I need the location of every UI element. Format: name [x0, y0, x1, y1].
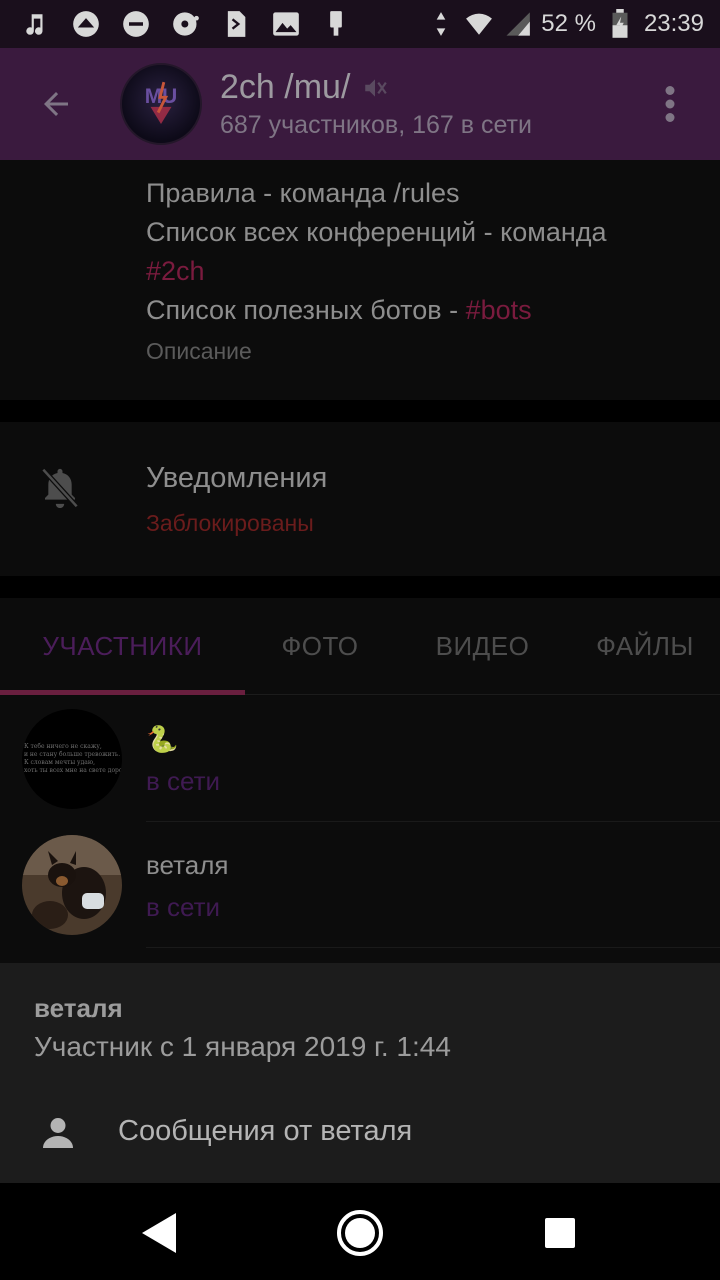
notifications-row[interactable]: Уведомления Заблокированы	[0, 422, 720, 576]
phone-usb-icon	[322, 10, 350, 38]
sheet-member-name: веталя	[34, 993, 123, 1023]
do-not-disturb-icon	[122, 10, 150, 38]
messages-from-member-button[interactable]: Сообщения от веталя	[0, 1097, 720, 1169]
nav-home-button[interactable]	[330, 1203, 390, 1263]
description-label: Описание	[146, 338, 252, 364]
status-bar: 52 % 23:39	[0, 0, 720, 48]
avatar	[22, 835, 122, 935]
screen: 52 % 23:39 MU 2ch /mu/ 687 участников, 1…	[0, 0, 720, 1280]
member-since: Участник с 1 января 2019 г. 1:44	[34, 1031, 451, 1062]
tab-photo[interactable]: ФОТО	[245, 598, 395, 695]
tab-video[interactable]: ВИДЕО	[395, 598, 570, 695]
triangle-back-icon	[142, 1213, 176, 1253]
notifications-title: Уведомления	[146, 462, 328, 494]
music-note-icon	[22, 10, 50, 38]
member-bottom-sheet: веталя Участник с 1 января 2019 г. 1:44 …	[0, 963, 720, 1183]
more-options-button[interactable]	[650, 76, 690, 132]
person-icon	[43, 1118, 73, 1148]
hashtag-link[interactable]: #2ch	[146, 256, 205, 286]
battery-percent: 52 %	[541, 10, 596, 37]
avatar: К тебе ничего не скажу, и не стану больш…	[22, 709, 122, 809]
messages-from-member-label: Сообщения от веталя	[118, 1115, 413, 1147]
avatar-text-line: К словам мечты удаю,	[24, 759, 95, 766]
system-navigation-bar	[0, 1183, 720, 1280]
avatar-text-line: К тебе ничего не скажу,	[24, 743, 102, 750]
circle-home-icon	[337, 1210, 383, 1256]
member-status: в сети	[146, 892, 221, 922]
chat-title[interactable]: 2ch /mu/	[220, 68, 350, 107]
media-tabs: УЧАСТНИКИ ФОТО ВИДЕО ФАЙЛЫ	[0, 598, 720, 695]
bell-off-icon	[41, 467, 79, 509]
battery-icon	[606, 9, 634, 38]
dog-photo-icon	[22, 835, 122, 935]
member-name: веталя	[146, 850, 229, 880]
tab-members[interactable]: УЧАСТНИКИ	[0, 598, 245, 695]
list-divider	[146, 947, 720, 948]
section-divider	[0, 576, 720, 598]
more-vert-icon	[665, 86, 675, 122]
section-divider	[0, 400, 720, 422]
square-recents-icon	[545, 1218, 575, 1248]
description-line: Список всех конференций - команда	[146, 217, 607, 247]
member-name: 🐍	[146, 724, 179, 754]
avatar-text-line: хоть ты всех мне на свете дороже.	[24, 767, 122, 774]
description-line: Список полезных ботов -	[146, 295, 466, 325]
chat-toolbar: MU 2ch /mu/ 687 участников, 167 в сети	[0, 48, 720, 160]
tab-files[interactable]: ФАЙЛЫ	[570, 598, 720, 695]
list-item[interactable]: веталя в сети	[0, 822, 720, 948]
member-count: 687 участников, 167 в сети	[220, 111, 532, 139]
data-arrows-icon	[427, 10, 455, 38]
avatar-text-line: и не стану больше тревожить.	[24, 751, 121, 758]
vpn-icon	[72, 10, 100, 38]
active-tab-indicator	[0, 690, 245, 695]
image-icon	[272, 10, 300, 38]
cell-signal-icon	[503, 10, 531, 38]
list-item[interactable]: К тебе ничего не скажу, и не стану больш…	[0, 696, 720, 822]
notifications-status: Заблокированы	[146, 510, 314, 536]
disc-icon	[172, 10, 200, 38]
arrow-back-icon	[44, 92, 68, 116]
chat-avatar[interactable]: MU	[120, 63, 202, 145]
mu-logo-icon: MU	[145, 81, 177, 124]
nav-recents-button[interactable]	[530, 1203, 590, 1263]
members-list: К тебе ничего не скажу, и не стану больш…	[0, 696, 720, 963]
chat-description: Правила - команда /rules Список всех кон…	[0, 160, 720, 400]
sim-card-icon	[222, 10, 250, 38]
nav-back-button[interactable]	[130, 1203, 190, 1263]
description-line: Правила - команда /rules	[146, 178, 460, 208]
back-button[interactable]	[28, 76, 84, 132]
clock: 23:39	[643, 10, 704, 37]
member-status: в сети	[146, 766, 221, 796]
hashtag-link[interactable]: #bots	[466, 295, 532, 325]
muted-speaker-icon	[365, 78, 388, 97]
wifi-icon	[465, 10, 493, 38]
